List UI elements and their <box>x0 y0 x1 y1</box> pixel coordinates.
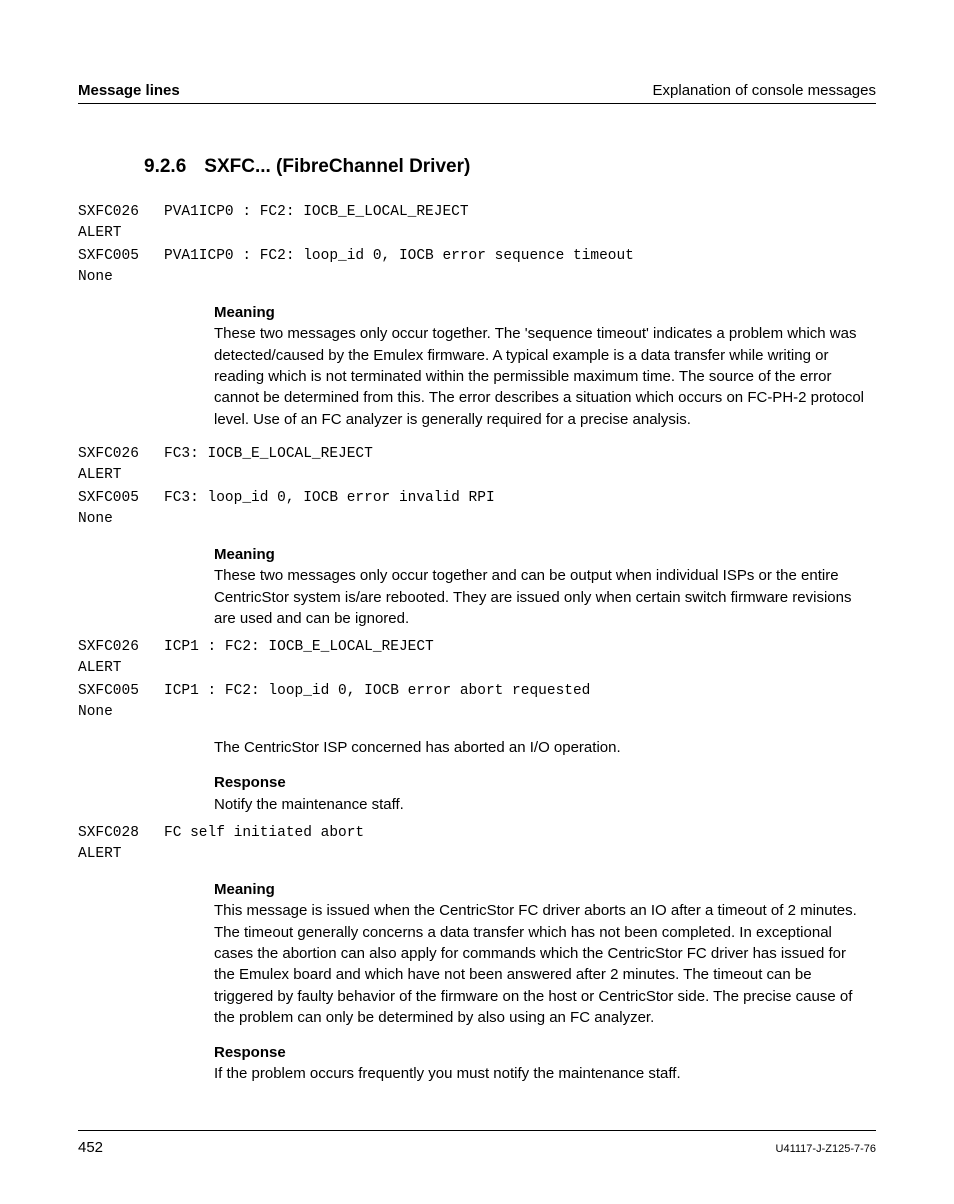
message-row: SXFC028 ALERT FC self initiated abort <box>78 823 876 865</box>
meaning-body: This message is issued when the CentricS… <box>214 900 866 1028</box>
page-header: Message lines Explanation of console mes… <box>78 82 876 104</box>
message-text: PVA1ICP0 : FC2: loop_id 0, IOCB error se… <box>164 246 634 288</box>
message-row: SXFC005 None FC3: loop_id 0, IOCB error … <box>78 488 876 530</box>
page-number: 452 <box>78 1139 103 1156</box>
message-row: SXFC026 ALERT ICP1 : FC2: IOCB_E_LOCAL_R… <box>78 637 876 679</box>
document-id: U41117-J-Z125-7-76 <box>776 1143 876 1155</box>
header-chapter-title: Explanation of console messages <box>653 82 876 99</box>
message-text: ICP1 : FC2: IOCB_E_LOCAL_REJECT <box>164 637 434 679</box>
response-body: Notify the maintenance staff. <box>214 794 866 815</box>
explanation-block: The CentricStor ISP concerned has aborte… <box>214 737 866 815</box>
message-code: SXFC026 ALERT <box>78 444 164 486</box>
message-code: SXFC005 None <box>78 488 164 530</box>
message-text: FC3: IOCB_E_LOCAL_REJECT <box>164 444 373 486</box>
explanation-block: Meaning These two messages only occur to… <box>214 302 866 430</box>
message-row: SXFC026 ALERT FC3: IOCB_E_LOCAL_REJECT <box>78 444 876 486</box>
message-code: SXFC026 ALERT <box>78 202 164 244</box>
meaning-heading: Meaning <box>214 879 866 900</box>
meaning-heading: Meaning <box>214 544 866 565</box>
meaning-heading: Meaning <box>214 302 866 323</box>
message-code: SXFC026 ALERT <box>78 637 164 679</box>
header-section-title: Message lines <box>78 82 180 99</box>
message-row: SXFC005 None PVA1ICP0 : FC2: loop_id 0, … <box>78 246 876 288</box>
message-text: FC3: loop_id 0, IOCB error invalid RPI <box>164 488 495 530</box>
response-heading: Response <box>214 1042 866 1063</box>
message-code: SXFC005 None <box>78 246 164 288</box>
meaning-body: These two messages only occur together a… <box>214 565 866 629</box>
message-code: SXFC005 None <box>78 681 164 723</box>
explanation-block: Meaning This message is issued when the … <box>214 879 866 1085</box>
section-title: SXFC... (FibreChannel Driver) <box>204 156 470 177</box>
message-text: FC self initiated abort <box>164 823 364 865</box>
explanation-block: Meaning These two messages only occur to… <box>214 544 866 629</box>
response-body: If the problem occurs frequently you mus… <box>214 1063 866 1084</box>
meaning-body: These two messages only occur together. … <box>214 323 866 429</box>
message-row: SXFC026 ALERT PVA1ICP0 : FC2: IOCB_E_LOC… <box>78 202 876 244</box>
message-code: SXFC028 ALERT <box>78 823 164 865</box>
explanation-body: The CentricStor ISP concerned has aborte… <box>214 737 866 758</box>
section-number: 9.2.6 <box>144 156 186 178</box>
message-row: SXFC005 None ICP1 : FC2: loop_id 0, IOCB… <box>78 681 876 723</box>
page-footer: 452 U41117-J-Z125-7-76 <box>78 1130 876 1156</box>
message-text: ICP1 : FC2: loop_id 0, IOCB error abort … <box>164 681 590 723</box>
message-text: PVA1ICP0 : FC2: IOCB_E_LOCAL_REJECT <box>164 202 469 244</box>
response-heading: Response <box>214 772 866 793</box>
section-heading: 9.2.6 SXFC... (FibreChannel Driver) <box>144 156 876 178</box>
